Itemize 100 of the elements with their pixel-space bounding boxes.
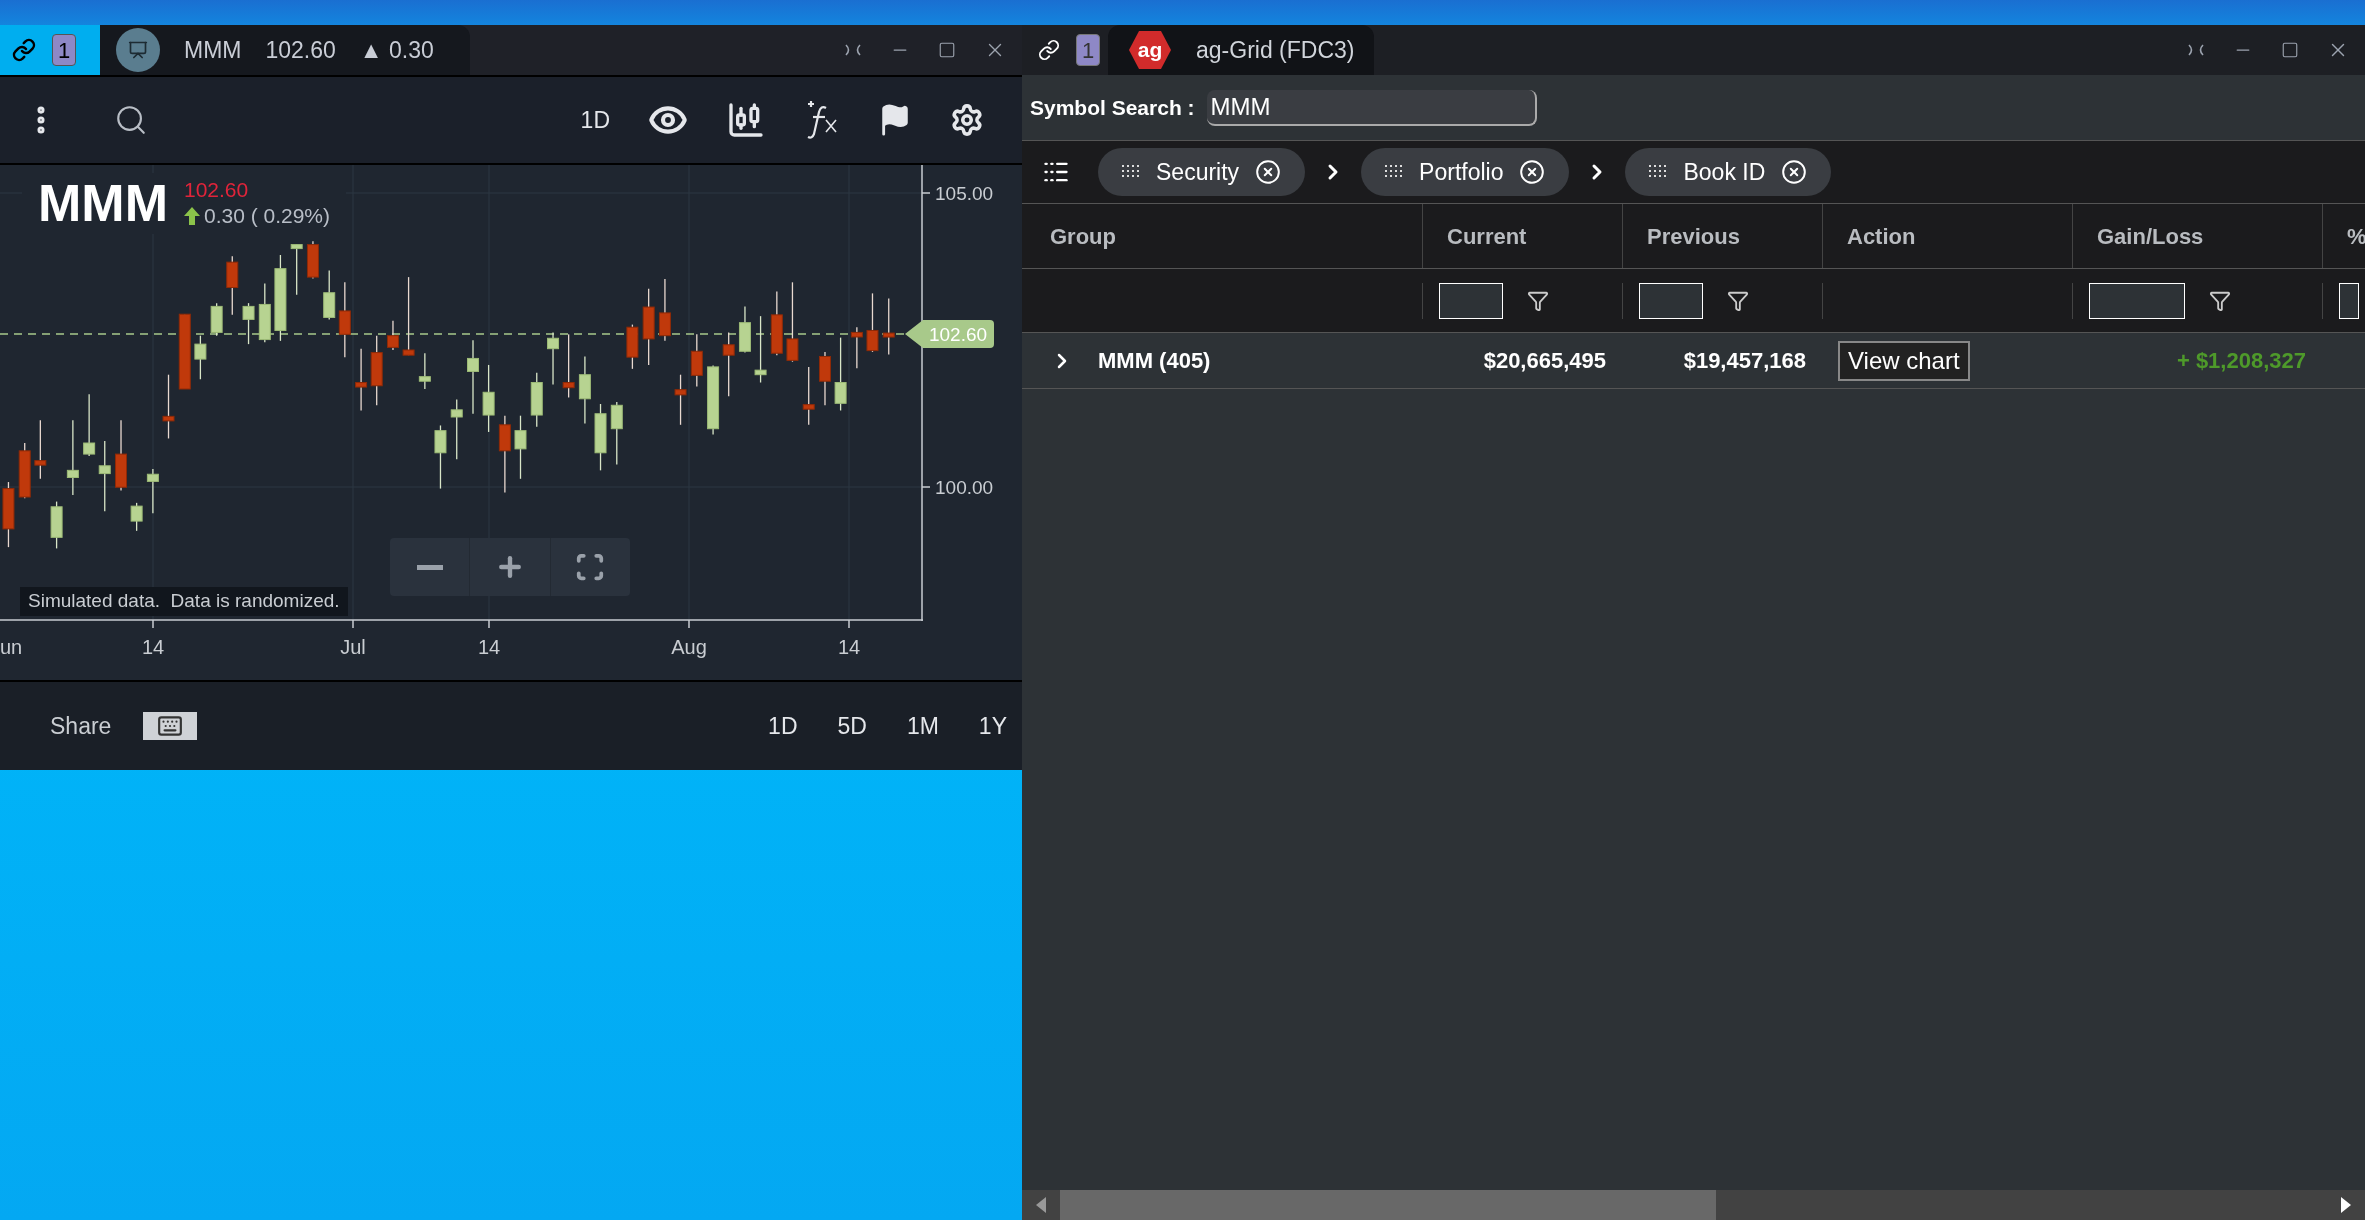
price-tag: 102.60	[905, 320, 994, 348]
candle	[226, 255, 239, 316]
drag-handle-icon[interactable]	[1385, 165, 1404, 179]
maximize-icon[interactable]	[938, 41, 956, 59]
link-badge[interactable]: 1	[1076, 34, 1100, 66]
search-icon[interactable]	[114, 103, 148, 137]
link-badge[interactable]: 1	[52, 34, 76, 66]
candle	[850, 326, 863, 369]
scrollbar-thumb[interactable]	[1060, 1190, 1716, 1220]
x-axis-label: Aug	[671, 636, 707, 658]
candle	[547, 331, 560, 386]
group-chip[interactable]: Book ID	[1625, 148, 1832, 196]
remove-icon[interactable]	[1781, 159, 1808, 185]
candle	[738, 305, 751, 354]
x-axis-label: 14	[141, 636, 165, 658]
filter-icon[interactable]	[1727, 289, 1749, 312]
drag-handle-icon[interactable]	[1649, 165, 1668, 179]
candle	[210, 302, 223, 337]
candle	[482, 364, 495, 433]
candle	[83, 393, 96, 457]
settings-icon[interactable]	[950, 103, 984, 137]
filter-field[interactable]	[2089, 282, 2185, 319]
search-label: Symbol Search :	[1030, 94, 1195, 121]
filter-icon[interactable]	[2209, 289, 2231, 312]
symbol-search-field[interactable]: MMM	[1206, 89, 1537, 126]
candle	[722, 331, 735, 397]
candle	[658, 278, 671, 342]
gain-loss-cell-text: + $1,208,327	[2176, 347, 2306, 375]
candle	[290, 243, 303, 296]
scroll-right-icon[interactable]	[2341, 1197, 2351, 1213]
range-button[interactable]: 5D	[837, 708, 867, 744]
candle	[130, 502, 143, 532]
minus-icon	[416, 564, 443, 570]
candle	[770, 290, 783, 356]
drag-handle-icon[interactable]	[1122, 165, 1140, 179]
candle	[370, 335, 383, 406]
filter-icon[interactable]	[1527, 289, 1549, 312]
candle	[2, 481, 15, 548]
candle	[690, 333, 703, 388]
tab-change: ▲ 0.30	[359, 35, 434, 65]
column-header[interactable]: Gain/Loss	[2097, 219, 2204, 253]
range-button[interactable]: 1M	[906, 708, 939, 744]
candle	[258, 282, 271, 343]
current-cell-text: $20,665,495	[1483, 347, 1606, 375]
remove-icon[interactable]	[1255, 159, 1282, 185]
x-axis-label: 14	[477, 636, 501, 658]
candle	[18, 442, 31, 499]
restore-icon[interactable]	[844, 43, 862, 57]
window-tab[interactable]: ag ag-Grid (FDC3)	[1108, 25, 1375, 75]
candle	[146, 468, 159, 514]
maximize-icon[interactable]	[2281, 41, 2299, 59]
filter-field[interactable]	[1439, 282, 1503, 319]
candle	[578, 355, 591, 425]
candle	[98, 440, 111, 512]
horizontal-scrollbar[interactable]	[1022, 1190, 2365, 1220]
scroll-left-icon[interactable]	[1036, 1197, 1046, 1213]
chip-label: Portfolio	[1419, 157, 1504, 187]
chip-label: Security	[1156, 157, 1240, 187]
window-tab[interactable]: MMM 102.60 ▲ 0.30	[100, 25, 470, 75]
x-axis-label: Jul	[340, 636, 366, 658]
candle	[162, 374, 175, 440]
chip-label: Book ID	[1683, 157, 1766, 187]
chart-price: 102.60	[183, 177, 250, 203]
remove-icon[interactable]	[1519, 159, 1546, 185]
candle	[306, 240, 319, 280]
candle	[514, 415, 527, 480]
window-title: ag-Grid (FDC3)	[1196, 35, 1355, 65]
group-chip[interactable]: Security	[1098, 148, 1306, 196]
group-chip[interactable]: Portfolio	[1361, 148, 1570, 196]
range-button[interactable]: 1D	[768, 708, 798, 744]
share-button[interactable]: Share	[50, 708, 112, 744]
ag-logo: ag	[1128, 30, 1172, 70]
candle	[355, 348, 368, 412]
x-axis-label: 14	[837, 636, 861, 658]
link-icon[interactable]	[12, 38, 36, 62]
restore-icon[interactable]	[2187, 43, 2205, 57]
x-axis-label: un	[0, 636, 23, 658]
range-button[interactable]: 1Y	[978, 708, 1007, 744]
column-header[interactable]: Current	[1447, 219, 1527, 253]
column-header[interactable]: Previous	[1647, 219, 1740, 253]
candle	[819, 351, 831, 406]
column-header[interactable]: Action	[1847, 219, 1916, 253]
candle	[882, 297, 895, 356]
column-header[interactable]: Group	[1050, 219, 1116, 253]
keyboard-icon[interactable]	[143, 712, 198, 740]
view-chart-button[interactable]: View chart	[1838, 340, 1970, 381]
candle	[418, 352, 431, 390]
filter-field[interactable]	[1639, 282, 1703, 319]
tab-symbol: MMM	[184, 35, 242, 65]
candle	[242, 302, 255, 345]
candle	[866, 292, 879, 353]
candle	[386, 320, 399, 351]
chart-change: 0.30 ( 0.29%)	[203, 203, 331, 230]
candle	[802, 366, 815, 426]
link-icon[interactable]	[1038, 39, 1060, 61]
filter-field[interactable]	[2339, 282, 2359, 319]
tab-price: 102.60	[265, 35, 336, 65]
candle	[707, 364, 720, 436]
interval-button[interactable]: 1D	[580, 102, 610, 138]
simulated-data-notice: Simulated data. Data is randomized.	[20, 587, 348, 616]
